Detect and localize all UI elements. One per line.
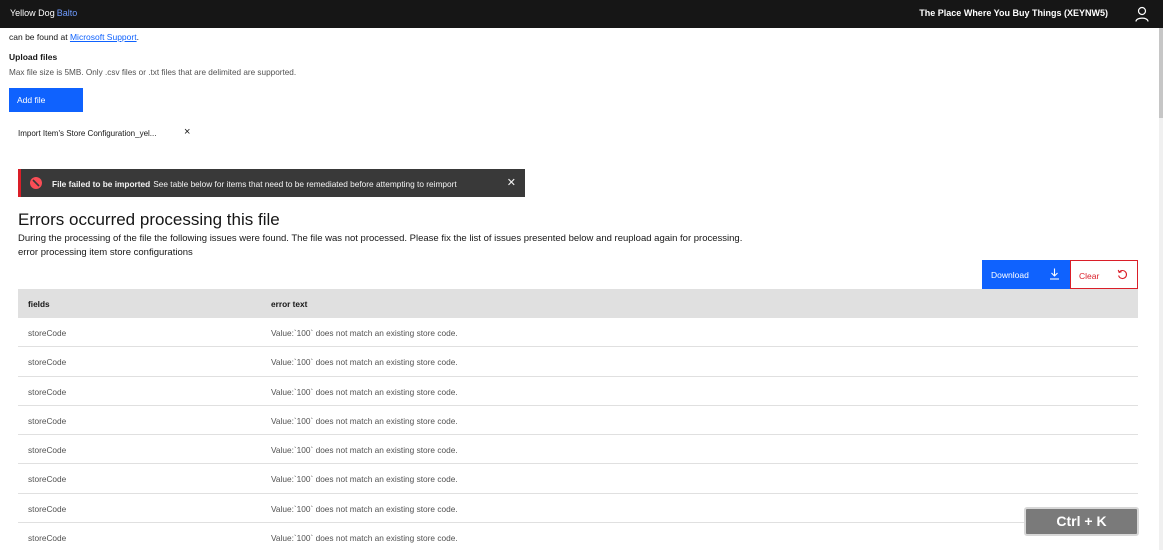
brand-secondary-text: Balto xyxy=(56,8,78,18)
cell-field: storeCode xyxy=(28,328,67,338)
table-row: storeCode Value:`100` does not match an … xyxy=(18,464,1138,494)
table-row: storeCode Value:`100` does not match an … xyxy=(18,405,1138,436)
cell-error-text: Value:`100` does not match an existing s… xyxy=(271,415,458,426)
cell-field: storeCode xyxy=(28,445,67,456)
cell-error-text: Value:`100` does not match an existing s… xyxy=(271,533,458,544)
errors-heading: Errors occurred processing this file xyxy=(18,210,280,229)
cell-field: storeCode xyxy=(28,474,67,485)
errors-description: During the processing of the file the fo… xyxy=(18,233,743,244)
keyboard-shortcut-overlay: Ctrl + K xyxy=(1024,507,1139,536)
clear-label: Clear xyxy=(1079,271,1100,281)
cell-error-text: Value:`100` does not match an existing s… xyxy=(271,357,458,368)
table-row: storeCode Value:`100` does not match an … xyxy=(18,435,1138,465)
errors-subtitle: error processing item store configuratio… xyxy=(18,247,193,258)
cell-error-text: Value:`100` does not match an existing s… xyxy=(271,503,458,514)
brand-primary-text: Yellow Dog xyxy=(10,8,55,18)
upload-help-text: Max file size is 5MB. Only .csv files or… xyxy=(9,68,297,77)
main-content: can be found at Microsoft Support. Uploa… xyxy=(0,28,1159,550)
download-icon xyxy=(1050,268,1059,280)
uploaded-file-name: Import Item's Store Configuration_yel... xyxy=(18,129,157,138)
table-row: storeCode Value:`100` does not match an … xyxy=(18,376,1138,406)
remove-file-close-icon[interactable]: × xyxy=(184,126,190,138)
add-file-button[interactable]: Add file xyxy=(9,88,83,112)
table-row: storeCode Value:`100` does not match an … xyxy=(18,347,1138,377)
cell-error-text: Value:`100` does not match an existing s… xyxy=(271,386,458,397)
notification-message: See table below for items that need to b… xyxy=(153,179,457,189)
brand-logo[interactable]: Yellow Dog Balto xyxy=(10,8,77,18)
cell-error-text: Value:`100` does not match an existing s… xyxy=(271,445,458,456)
top-navigation-bar: Yellow Dog Balto The Place Where You Buy … xyxy=(0,0,1163,28)
user-icon[interactable] xyxy=(1135,6,1149,22)
cell-field: storeCode xyxy=(28,533,67,544)
error-notification: File failed to be imported See table belo… xyxy=(18,169,525,197)
download-label: Download xyxy=(991,270,1029,280)
microsoft-support-link[interactable]: Microsoft Support xyxy=(70,32,137,42)
cell-error-text: Value:`100` does not match an existing s… xyxy=(271,328,458,338)
table-row: storeCode Value:`100` does not match an … xyxy=(18,493,1138,524)
notification-close-icon[interactable]: ✕ xyxy=(507,176,516,189)
cell-error-text: Value:`100` does not match an existing s… xyxy=(271,474,458,485)
column-header-error-text: error text xyxy=(271,299,308,309)
upload-files-heading: Upload files xyxy=(9,52,58,62)
store-selector[interactable]: The Place Where You Buy Things (XEYNW5) xyxy=(919,8,1108,18)
cell-field: storeCode xyxy=(28,415,67,426)
notification-title: File failed to be imported xyxy=(52,179,151,189)
column-header-fields: fields xyxy=(28,299,50,309)
errors-table: fields error text storeCode Value:`100` … xyxy=(18,289,1138,550)
clear-button[interactable]: Clear xyxy=(1070,260,1138,289)
cell-field: storeCode xyxy=(28,386,67,397)
notification-text: File failed to be imported See table belo… xyxy=(52,179,457,189)
table-header: fields error text xyxy=(18,289,1138,318)
error-circle-icon xyxy=(30,177,42,189)
table-row: storeCode Value:`100` does not match an … xyxy=(18,318,1138,348)
reset-icon xyxy=(1117,269,1127,280)
scrollbar-thumb[interactable] xyxy=(1159,28,1163,118)
download-button[interactable]: Download xyxy=(982,260,1070,289)
support-text: can be found at Microsoft Support. xyxy=(9,32,139,42)
support-suffix: . xyxy=(136,32,139,42)
support-prefix: can be found at xyxy=(9,32,70,42)
cell-field: storeCode xyxy=(28,357,67,368)
uploaded-file-item: Import Item's Store Configuration_yel...… xyxy=(9,124,195,144)
cell-field: storeCode xyxy=(28,503,67,514)
table-row: storeCode Value:`100` does not match an … xyxy=(18,523,1138,550)
